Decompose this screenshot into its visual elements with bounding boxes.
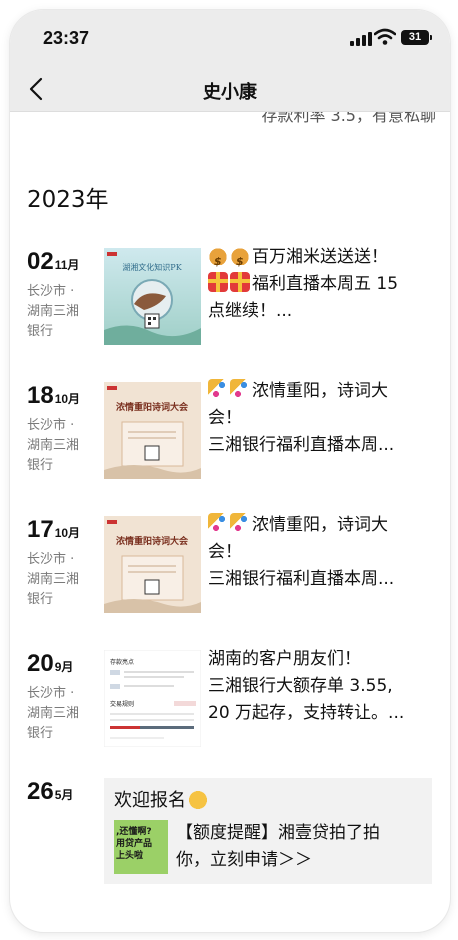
page-title: 史小康 <box>203 82 257 103</box>
post-date: 1710月 <box>27 516 81 543</box>
post-date: 1810月 <box>27 382 81 409</box>
gift-icon <box>230 272 250 292</box>
year-header: 2023年 <box>27 187 109 213</box>
party-popper-icon <box>230 513 250 533</box>
post-date: 209月 <box>27 650 74 677</box>
nav-bar: 史小康 <box>10 66 450 112</box>
party-popper-icon <box>208 379 228 399</box>
post-location: 长沙市 · 湖南三湘 银行 <box>27 418 80 473</box>
post-location: 长沙市 · 湖南三湘 银行 <box>27 284 80 339</box>
post-thumbnail[interactable]: 湖湘文化知识PK <box>104 248 201 345</box>
post-date: 265月 <box>27 778 74 805</box>
card-title: 欢迎报名 <box>114 786 210 812</box>
svg-text:浓情重阳诗词大会: 浓情重阳诗词大会 <box>116 401 189 413</box>
card-text: 【额度提醒】湘壹贷拍了拍 你，立刻申请＞＞ <box>176 823 380 870</box>
post-text: 湖南的客户朋友们！ 三湘银行大额存单 3.55, 20 万起存，支持转让。... <box>208 649 405 723</box>
status-time: 23:37 <box>43 28 90 48</box>
party-popper-icon <box>208 513 228 533</box>
money-bag-icon <box>230 245 250 271</box>
post-thumbnail[interactable]: 存款亮点 交易规则 <box>104 650 201 747</box>
post-thumbnail[interactable]: 浓情重阳诗词大会 <box>104 382 201 479</box>
post-text: 浓情重阳，诗词大 会！ 三湘银行福利直播本周... <box>208 379 395 455</box>
battery-icon: 31 <box>401 30 432 45</box>
post-thumbnail[interactable]: 浓情重阳诗词大会 <box>104 516 201 613</box>
status-bar: 23:37 31 <box>10 10 450 66</box>
previous-post-text: 存款利率 3.5，有意私聊 <box>261 112 436 125</box>
post-location: 长沙市 · 湖南三湘 银行 <box>27 552 80 607</box>
post-text: 百万湘米送送送！ 福利直播本周五 15 点继续！... <box>208 244 428 325</box>
post-text: 浓情重阳，诗词大 会！ 三湘银行福利直播本周... <box>208 513 395 589</box>
money-bag-icon <box>208 245 228 271</box>
svg-text:存款亮点: 存款亮点 <box>110 658 134 666</box>
party-popper-icon <box>230 379 250 399</box>
svg-text:交易规则: 交易规则 <box>110 700 134 708</box>
shared-link-card[interactable]: 欢迎报名 ,还懂啊? 用贷产品 上头啦 【额度提醒】湘壹贷拍了拍 你，立刻申请＞… <box>104 778 432 884</box>
post-location: 长沙市 · 湖南三湘 银行 <box>27 686 80 741</box>
cellular-signal-icon <box>350 32 372 46</box>
phone-screen: 23:37 31 史小康 存款利率 3.5，有意私聊 2023年 0211月 长… <box>10 10 450 932</box>
gift-icon <box>208 272 228 292</box>
post-date: 0211月 <box>27 248 80 275</box>
wifi-icon <box>374 28 396 45</box>
card-thumbnail: ,还懂啊? 用贷产品 上头啦 <box>114 820 168 874</box>
clapping-hands-icon <box>188 789 208 809</box>
svg-text:浓情重阳诗词大会: 浓情重阳诗词大会 <box>116 535 189 547</box>
svg-text:湖湘文化知识PK: 湖湘文化知识PK <box>122 262 182 272</box>
